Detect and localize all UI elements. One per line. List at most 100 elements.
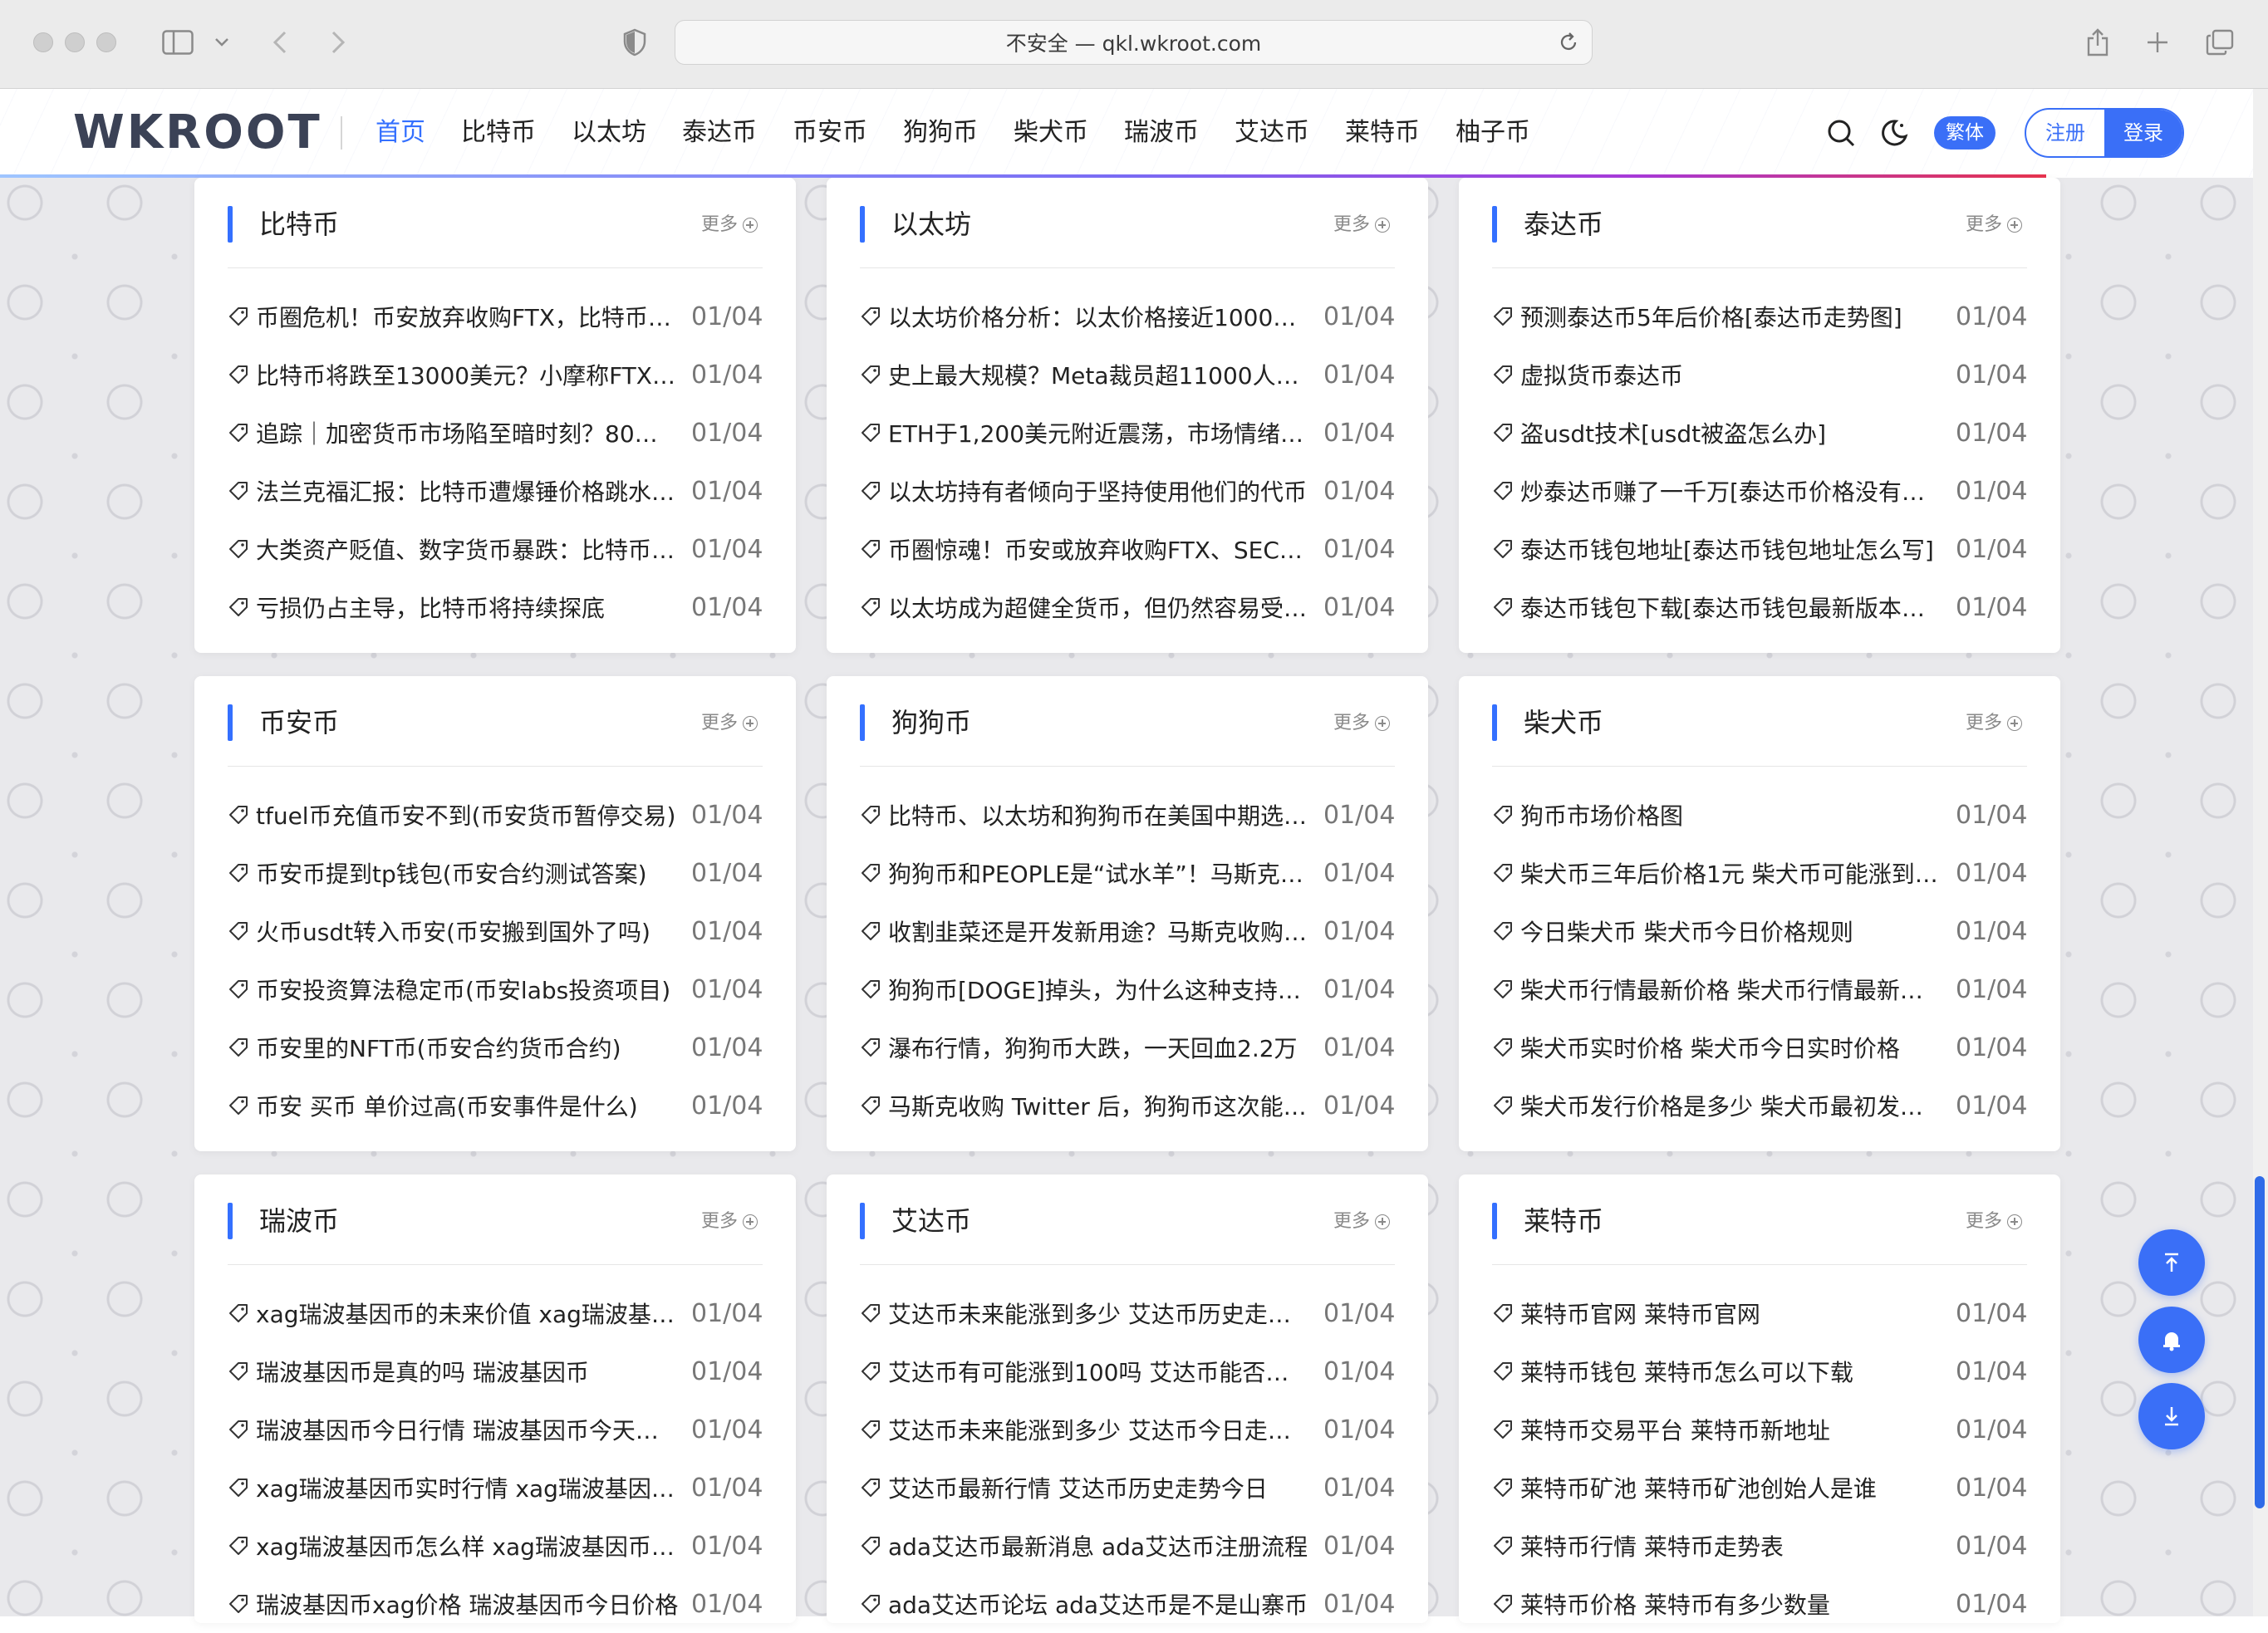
list-item[interactable]: 瑞波基因币今日行情 瑞波基因币今天价格 01/04	[228, 1400, 763, 1459]
notification-button[interactable]	[2138, 1307, 2205, 1373]
more-link[interactable]: 更多	[1333, 711, 1390, 736]
article-title-link[interactable]: 瑞波基因币是真的吗 瑞波基因币	[256, 1355, 691, 1388]
minimize-window-button[interactable]	[65, 32, 85, 52]
article-title-link[interactable]: 火币usdt转入币安(币安搬到国外了吗)	[256, 915, 691, 948]
more-link[interactable]: 更多	[1333, 213, 1390, 238]
list-item[interactable]: 币圈危机！币安放弃收购FTX，比特币暴跌至两年来新低01/04	[228, 287, 763, 346]
nav-item-litecoin[interactable]: 莱特币	[1345, 89, 1420, 177]
article-title-link[interactable]: tfuel币充值币安不到(币安货币暂停交易)	[256, 798, 691, 831]
article-title-link[interactable]: 亏损仍占主导，比特币将持续探底	[256, 591, 691, 624]
article-title-link[interactable]: 马斯克收购 Twitter 后，狗狗币这次能涨多久	[888, 1089, 1323, 1122]
list-item[interactable]: 收割韭菜还是开发新用途？马斯克收购推特后 01/04	[860, 902, 1395, 960]
list-item[interactable]: 艾达币最新行情 艾达币历史走势今日 01/04	[860, 1459, 1395, 1517]
forward-icon[interactable]	[326, 23, 351, 61]
article-title-link[interactable]: 币安币提到tp钱包(币安合约测试答案)	[256, 856, 691, 890]
article-title-link[interactable]: 追踪｜加密货币市场陷至暗时刻？80后首富身家暴跌	[256, 416, 691, 449]
list-item[interactable]: 以太坊持有者倾向于坚持使用他们的代币 01/04	[860, 462, 1395, 520]
nav-item-tether[interactable]: 泰达币	[682, 89, 757, 177]
list-item[interactable]: 比特币、以太坊和狗狗币在美国中期选举前上涨01/04	[860, 786, 1395, 844]
article-title-link[interactable]: ada艾达币最新消息 ada艾达币注册流程	[888, 1529, 1323, 1562]
list-item[interactable]: 以太坊价格分析：以太价格接近1000美元关键支撑01/04	[860, 287, 1395, 346]
traditional-chinese-toggle[interactable]: 繁体	[1934, 116, 1996, 150]
article-title-link[interactable]: 以太坊持有者倾向于坚持使用他们的代币	[888, 474, 1323, 508]
article-title-link[interactable]: 狗币市场价格图	[1520, 798, 1956, 831]
more-link[interactable]: 更多	[1966, 711, 2022, 736]
list-item[interactable]: 马斯克收购 Twitter 后，狗狗币这次能涨多久 01/04	[860, 1076, 1395, 1135]
article-title-link[interactable]: 瀑布行情，狗狗币大跌，一天回血2.2万	[888, 1031, 1323, 1064]
list-item[interactable]: 莱特币交易平台 莱特币新地址 01/04	[1492, 1400, 2027, 1459]
article-title-link[interactable]: 虚拟货币泰达币	[1520, 358, 1956, 391]
share-icon[interactable]	[2084, 23, 2112, 61]
back-icon[interactable]	[268, 23, 292, 61]
list-item[interactable]: 莱特币官网 莱特币官网 01/04	[1492, 1284, 2027, 1342]
more-link[interactable]: 更多	[701, 1209, 758, 1234]
article-title-link[interactable]: 币安里的NFT币(币安合约货币合约)	[256, 1031, 691, 1064]
list-item[interactable]: 大类资产贬值、数字货币暴跌：比特币跌破关口01/04	[228, 520, 763, 578]
article-title-link[interactable]: 莱特币官网 莱特币官网	[1520, 1297, 1956, 1330]
article-title-link[interactable]: 盗usdt技术[usdt被盗怎么办]	[1520, 416, 1956, 449]
article-title-link[interactable]: 炒泰达币赚了一千万[泰达币价格没有变化]	[1520, 474, 1956, 508]
list-item[interactable]: 狗币市场价格图 01/04	[1492, 786, 2027, 844]
list-item[interactable]: 今日柴犬币 柴犬币今日价格规则 01/04	[1492, 902, 2027, 960]
article-title-link[interactable]: 以太坊成为超健全货币，但仍然容易受到冲击	[888, 591, 1323, 624]
article-title-link[interactable]: 比特币将跌至13000美元？小摩称FTX危机引发连锁反应	[256, 358, 691, 391]
article-title-link[interactable]: 艾达币未来能涨到多少 艾达币历史走势图	[888, 1297, 1323, 1330]
article-title-link[interactable]: 莱特币价格 莱特币有多少数量	[1520, 1587, 1956, 1621]
list-item[interactable]: 史上最大规模？Meta裁员超11000人，扎克伯格01/04	[860, 346, 1395, 404]
scrollbar-thumb[interactable]	[2255, 1176, 2265, 1508]
list-item[interactable]: 亏损仍占主导，比特币将持续探底 01/04	[228, 578, 763, 636]
list-item[interactable]: 以太坊成为超健全货币，但仍然容易受到冲击 01/04	[860, 578, 1395, 636]
article-title-link[interactable]: 大类资产贬值、数字货币暴跌：比特币跌破关口	[256, 532, 691, 566]
list-item[interactable]: 莱特币价格 莱特币有多少数量 01/04	[1492, 1575, 2027, 1633]
article-title-link[interactable]: 泰达币钱包地址[泰达币钱包地址怎么写]	[1520, 532, 1956, 566]
nav-item-bitcoin[interactable]: 比特币	[461, 89, 536, 177]
list-item[interactable]: 币安里的NFT币(币安合约货币合约) 01/04	[228, 1018, 763, 1076]
list-item[interactable]: 艾达币有可能涨到100吗 艾达币能否涨到 01/04	[860, 1342, 1395, 1400]
article-title-link[interactable]: 币安投资算法稳定币(币安labs投资项目)	[256, 973, 691, 1006]
site-logo[interactable]: WKROOT	[73, 105, 322, 160]
back-to-top-button[interactable]	[2138, 1229, 2205, 1296]
list-item[interactable]: ada艾达币论坛 ada艾达币是不是山寨币 01/04	[860, 1575, 1395, 1633]
article-title-link[interactable]: 柴犬币行情最新价格 柴犬币行情最新消息	[1520, 973, 1956, 1006]
article-title-link[interactable]: xag瑞波基因币的未来价值 xag瑞波基因币价格	[256, 1297, 691, 1330]
nav-item-shiba[interactable]: 柴犬币	[1014, 89, 1088, 177]
search-icon[interactable]	[1824, 116, 1858, 150]
article-title-link[interactable]: 莱特币钱包 莱特币怎么可以下载	[1520, 1355, 1956, 1388]
article-title-link[interactable]: 以太坊价格分析：以太价格接近1000美元关键支撑	[888, 300, 1323, 333]
article-title-link[interactable]: ETH于1,200美元附近震荡，市场情绪偏向谨慎	[888, 416, 1323, 449]
article-title-link[interactable]: 莱特币交易平台 莱特币新地址	[1520, 1413, 1956, 1446]
list-item[interactable]: 莱特币行情 莱特币走势表 01/04	[1492, 1517, 2027, 1575]
article-title-link[interactable]: 狗狗币和PEOPLE是“试水羊”！马斯克收购推特	[888, 856, 1323, 890]
list-item[interactable]: 币安币提到tp钱包(币安合约测试答案) 01/04	[228, 844, 763, 902]
list-item[interactable]: 瑞波基因币是真的吗 瑞波基因币 01/04	[228, 1342, 763, 1400]
article-title-link[interactable]: 瑞波基因币xag价格 瑞波基因币今日价格	[256, 1587, 691, 1621]
register-button[interactable]: 注册	[2026, 110, 2104, 156]
more-link[interactable]: 更多	[1966, 1209, 2022, 1234]
list-item[interactable]: 追踪｜加密货币市场陷至暗时刻？80后首富身家暴跌01/04	[228, 404, 763, 462]
new-tab-icon[interactable]	[2143, 23, 2172, 61]
maximize-window-button[interactable]	[96, 32, 116, 52]
close-window-button[interactable]	[33, 32, 53, 52]
list-item[interactable]: 狗狗币[DOGE]掉头，为什么这种支持很重要 01/04	[860, 960, 1395, 1018]
article-title-link[interactable]: 莱特币矿池 莱特币矿池创始人是谁	[1520, 1471, 1956, 1504]
list-item[interactable]: 柴犬币行情最新价格 柴犬币行情最新消息 01/04	[1492, 960, 2027, 1018]
article-title-link[interactable]: 币安 买币 单价过高(币安事件是什么)	[256, 1089, 691, 1122]
list-item[interactable]: xag瑞波基因币的未来价值 xag瑞波基因币价格01/04	[228, 1284, 763, 1342]
more-link[interactable]: 更多	[1966, 213, 2022, 238]
article-title-link[interactable]: 币圈危机！币安放弃收购FTX，比特币暴跌至两年来新低	[256, 300, 691, 333]
list-item[interactable]: 瑞波基因币xag价格 瑞波基因币今日价格 01/04	[228, 1575, 763, 1633]
list-item[interactable]: 币圈惊魂！币安或放弃收购FTX、SEC介入调查01/04	[860, 520, 1395, 578]
article-title-link[interactable]: xag瑞波基因币怎么样 xag瑞波基因币前景	[256, 1529, 691, 1562]
article-title-link[interactable]: 今日柴犬币 柴犬币今日价格规则	[1520, 915, 1956, 948]
download-button[interactable]	[2138, 1383, 2205, 1449]
nav-item-home[interactable]: 首页	[376, 89, 425, 177]
list-item[interactable]: 艾达币未来能涨到多少 艾达币历史走势图 01/04	[860, 1284, 1395, 1342]
list-item[interactable]: 瀑布行情，狗狗币大跌，一天回血2.2万 01/04	[860, 1018, 1395, 1076]
tab-overview-icon[interactable]	[2205, 23, 2235, 61]
list-item[interactable]: 泰达币钱包地址[泰达币钱包地址怎么写] 01/04	[1492, 520, 2027, 578]
list-item[interactable]: 虚拟货币泰达币 01/04	[1492, 346, 2027, 404]
login-button[interactable]: 登录	[2104, 110, 2182, 156]
list-item[interactable]: 莱特币钱包 莱特币怎么可以下载 01/04	[1492, 1342, 2027, 1400]
dark-mode-icon[interactable]	[1878, 116, 1911, 150]
list-item[interactable]: 火币usdt转入币安(币安搬到国外了吗) 01/04	[228, 902, 763, 960]
